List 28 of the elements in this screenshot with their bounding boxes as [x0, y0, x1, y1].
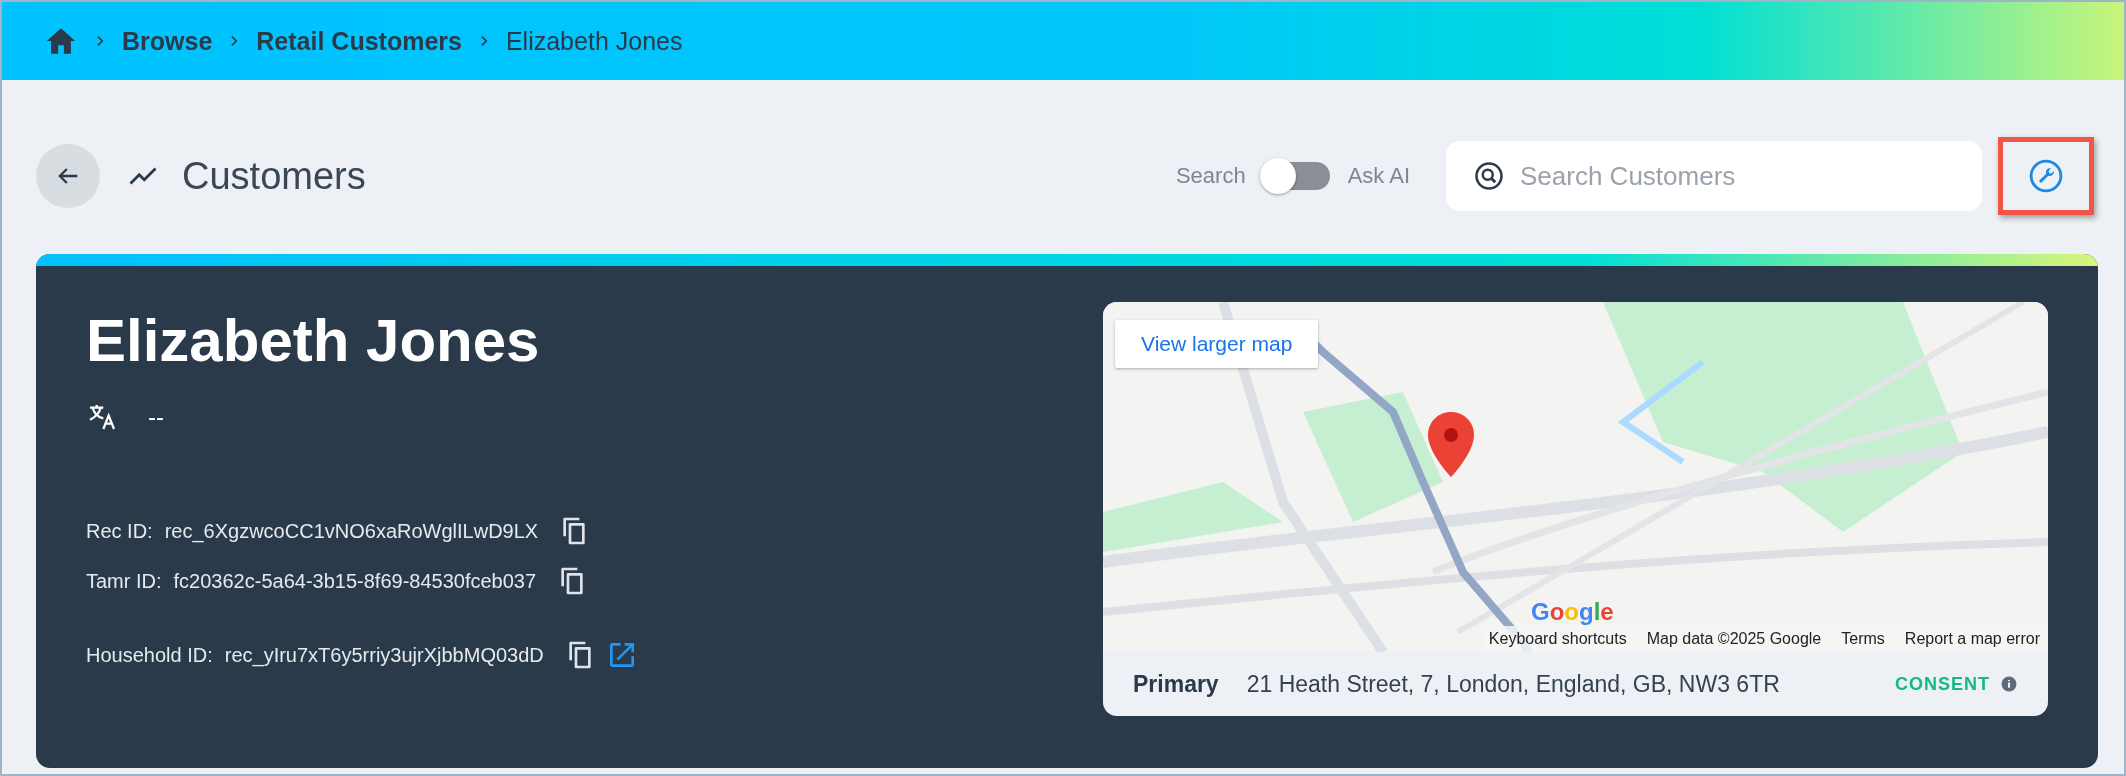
- customer-name: Elizabeth Jones: [86, 306, 541, 375]
- id-value: rec_yIru7xT6y5rriy3ujrXjbbMQ03dD: [224, 643, 544, 667]
- breadcrumb-link[interactable]: Browse: [122, 26, 213, 56]
- id-label: Tamr ID:: [86, 569, 162, 593]
- id-label: Household ID:: [86, 643, 213, 667]
- search-icon: [1474, 161, 1504, 191]
- address-text: 21 Heath Street, 7, London, England, GB, NW3 6TR: [1246, 670, 1781, 698]
- id-value: fc20362c-5a64-3b15-8f69-84530fceb037: [173, 569, 537, 593]
- address-type: Primary: [1133, 670, 1219, 698]
- view-larger-map-button[interactable]: View larger map: [1115, 320, 1319, 368]
- map-attribution-link[interactable]: Terms: [1841, 630, 1885, 648]
- map-attribution-link[interactable]: Map data ©2025 Google: [1646, 630, 1822, 648]
- toggle-label: Search: [1175, 163, 1246, 189]
- id-value: rec_6XgzwcoCC1vNO6xaRoWglILwD9LX: [164, 519, 539, 543]
- map-attribution-link[interactable]: Report a map error: [1904, 630, 2040, 648]
- trend-icon: [128, 166, 158, 186]
- page-title: Customers: [182, 154, 366, 198]
- map-attribution-link[interactable]: Keyboard shortcuts: [1488, 630, 1627, 648]
- language-value: --: [148, 403, 164, 431]
- consent-label: CONSENT: [1895, 673, 1990, 695]
- toggle-label: Ask AI: [1347, 163, 1410, 189]
- id-label: Rec ID:: [86, 519, 153, 543]
- google-logo: Google: [1531, 598, 1614, 626]
- settings-button[interactable]: [2027, 157, 2065, 195]
- breadcrumb-link[interactable]: Retail Customers: [256, 26, 462, 56]
- search-field[interactable]: Search Customers: [1446, 141, 1982, 211]
- breadcrumb-current: Elizabeth Jones: [505, 26, 683, 56]
- info-icon[interactable]: [2000, 675, 2018, 693]
